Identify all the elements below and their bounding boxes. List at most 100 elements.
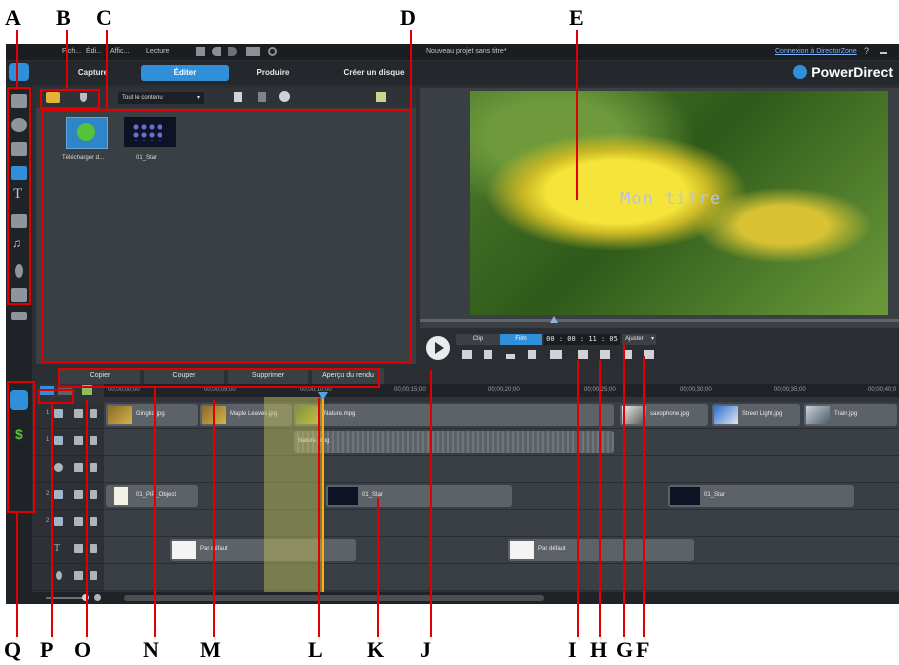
track-visible-icon[interactable] — [74, 517, 83, 526]
movie-mode-tab[interactable]: Film — [500, 334, 542, 345]
clip-label: Train.jpg — [834, 411, 858, 417]
view-grid-icon[interactable] — [376, 92, 386, 102]
app-logo-icon — [9, 63, 29, 81]
timeline-slider[interactable] — [322, 392, 324, 592]
split-icon[interactable] — [506, 354, 515, 359]
effect-track-icon[interactable] — [54, 463, 63, 472]
audio-track-icon[interactable] — [54, 436, 63, 445]
leader-line-a — [16, 30, 18, 87]
directorzone-link[interactable]: Connexion à DirectorZone — [775, 48, 857, 55]
track-visible-icon[interactable] — [74, 490, 83, 499]
leader-line-f — [643, 356, 645, 637]
timeline-clip[interactable]: Nature.mpg — [294, 404, 614, 426]
timeline-audio-clip[interactable]: Nature.mpg — [294, 431, 614, 453]
video-track-1: Gingko.jpg Maple Leaves.jpg Nature.mpg s… — [104, 402, 899, 429]
track-visible-icon[interactable] — [74, 544, 83, 553]
menu-file[interactable]: Fich... — [62, 48, 81, 55]
lock-icon[interactable] — [90, 436, 97, 445]
video-track-icon[interactable] — [54, 490, 63, 499]
callout-g: G — [616, 637, 634, 662]
voice-track-icon[interactable] — [56, 571, 62, 580]
track-visible-icon[interactable] — [74, 571, 83, 580]
dual-preview-icon[interactable] — [600, 350, 610, 359]
tab-produce[interactable]: Produire — [238, 65, 308, 81]
fullscreen-icon[interactable] — [644, 350, 654, 359]
annotation-box-a — [7, 87, 31, 305]
magic-icon[interactable] — [279, 91, 290, 102]
track-visible-icon[interactable] — [74, 436, 83, 445]
clip-mode-tab[interactable]: Clip — [456, 334, 500, 345]
zoom-in-icon[interactable] — [94, 594, 101, 601]
timeline-clip[interactable]: 01_Star — [668, 485, 854, 507]
zoom-fit-select[interactable]: Ajuster ▾ — [622, 334, 656, 345]
effect-track — [104, 456, 899, 483]
settings-gear-icon[interactable] — [268, 47, 277, 56]
chevron-down-icon: ▾ — [650, 336, 654, 342]
clip-label: saxophone.jpg — [650, 411, 690, 417]
timeline-clip[interactable]: saxophone.jpg — [620, 404, 708, 426]
previous-frame-icon[interactable] — [484, 350, 492, 359]
next-frame-icon[interactable] — [528, 350, 536, 359]
timeline-clip[interactable]: 01_Star — [326, 485, 512, 507]
play-button[interactable] — [426, 336, 450, 360]
timeline-clip[interactable]: Train.jpg — [804, 404, 897, 426]
new-file-icon[interactable] — [234, 92, 242, 102]
timeline-clip[interactable]: Par défaut — [170, 539, 356, 561]
tab-capture[interactable]: Capture — [58, 65, 128, 81]
menu-bar: Fich... Édi... Affic... Lecture Nouveau … — [6, 44, 899, 60]
track-visible-icon[interactable] — [74, 409, 83, 418]
lock-icon[interactable] — [90, 571, 97, 580]
track-visible-icon[interactable] — [74, 463, 83, 472]
timeline-clip[interactable]: Street Light.jpg — [712, 404, 800, 426]
content-filter-value: Tout le contenu — [122, 95, 163, 101]
leader-line-g — [623, 344, 625, 637]
redo-icon[interactable] — [228, 47, 237, 56]
filter-icon[interactable] — [258, 92, 266, 102]
lock-icon[interactable] — [90, 463, 97, 472]
undo-icon[interactable] — [212, 47, 221, 56]
timeline-scrollbar[interactable] — [124, 595, 544, 601]
brand-logo-icon — [793, 65, 808, 79]
clip-thumbnail — [172, 541, 196, 559]
callout-p: P — [40, 637, 54, 662]
timeline-clip[interactable]: Par défaut — [508, 539, 694, 561]
timeline-clip[interactable]: 01_PiP_Object — [106, 485, 198, 507]
help-button[interactable]: ? — [864, 46, 869, 56]
stop-icon[interactable] — [462, 350, 472, 359]
snapshot-icon[interactable] — [578, 350, 588, 359]
selected-range[interactable] — [264, 397, 322, 592]
layout-icon[interactable] — [246, 47, 260, 56]
save-icon[interactable] — [196, 47, 205, 56]
menu-view[interactable]: Affic... — [110, 48, 129, 55]
audio-track-icon[interactable] — [54, 517, 63, 526]
clip-label: Nature.mpg — [324, 411, 356, 417]
clip-thumbnail — [806, 406, 830, 424]
scrubber-handle-icon[interactable] — [550, 316, 558, 323]
track-header-voice — [32, 564, 104, 591]
tab-edit[interactable]: Éditer — [141, 65, 229, 81]
content-filter-select[interactable]: Tout le contenu ▾ — [118, 92, 204, 104]
annotation-box-n — [58, 368, 380, 388]
fast-forward-icon[interactable] — [550, 350, 562, 359]
clip-label: Par défaut — [538, 546, 566, 552]
lock-icon[interactable] — [90, 544, 97, 553]
lock-icon[interactable] — [90, 490, 97, 499]
subtitle-room-icon[interactable] — [11, 312, 27, 320]
menu-playback[interactable]: Lecture — [146, 48, 169, 55]
volume-icon[interactable] — [624, 350, 632, 359]
lock-icon[interactable] — [90, 409, 97, 418]
callout-d: D — [400, 5, 416, 30]
timeline-clip[interactable]: Gingko.jpg — [106, 404, 198, 426]
preview-scrubber[interactable] — [420, 319, 899, 322]
minimize-icon[interactable] — [880, 52, 887, 54]
timecode-display[interactable]: 00 : 00 : 11 : 05 — [544, 334, 620, 345]
leader-line-p — [51, 404, 53, 637]
track-number: 1 — [46, 410, 50, 416]
video-track-icon[interactable] — [54, 409, 63, 418]
tab-create-disc[interactable]: Créer un disque — [324, 65, 424, 81]
lock-icon[interactable] — [90, 517, 97, 526]
clip-thumbnail — [510, 541, 534, 559]
callout-f: F — [636, 637, 650, 662]
title-track-icon[interactable]: T — [54, 543, 60, 554]
menu-edit[interactable]: Édi... — [86, 48, 102, 55]
